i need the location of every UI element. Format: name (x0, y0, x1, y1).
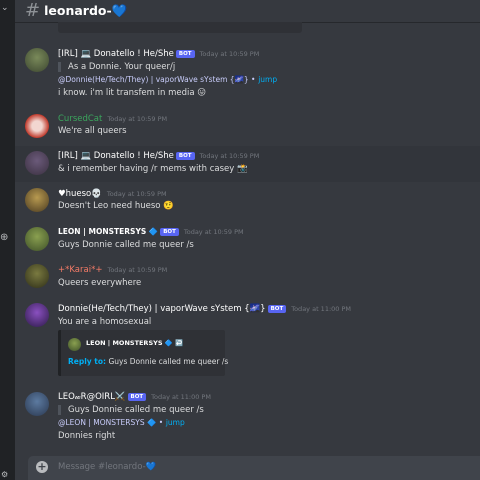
timestamp: Today at 10:59 PM (106, 190, 167, 198)
message-item: CursedCat Today at 10:59 PM We're all que… (15, 110, 480, 140)
username[interactable]: CursedCat (58, 114, 102, 124)
reply-label: Reply to: (68, 357, 107, 366)
message-item: LEON | MONSTERSYS 🔷 BOT Today at 10:59 PM … (15, 224, 480, 256)
avatar[interactable] (25, 151, 49, 175)
gear-icon[interactable]: ⚙ (1, 470, 8, 479)
timestamp: Today at 10:59 PM (107, 115, 168, 123)
user-mention[interactable]: @LEON | MONSTERSYS 🔷 • (58, 418, 163, 427)
jump-link[interactable]: jump (166, 418, 185, 427)
channel-title: leonardo-💙 (44, 3, 128, 18)
reply-embed: LEON | MONSTERSYS 🔷 ↩️ Reply to: Guys Do… (58, 330, 229, 376)
username[interactable]: LEON | MONSTERSYS 🔷 (58, 227, 158, 236)
message-input[interactable]: Message #leonardo-💙 (58, 462, 156, 472)
chevron-down-icon[interactable]: ⌄ (1, 4, 9, 13)
bot-badge: BOT (267, 305, 287, 313)
timestamp: Today at 10:59 PM (107, 266, 168, 274)
avatar[interactable] (25, 48, 49, 72)
username[interactable]: ♥hueso💀 (58, 189, 102, 199)
message-text: Doesn't Leo need hueso 🤨 (58, 201, 174, 211)
message-item: [IRL] 💻 Donatello ! He/She BOT Today at 10… (15, 146, 480, 182)
message-text: We're all queers (58, 126, 127, 136)
message-item: +*Karai*+ Today at 10:59 PM Queers everyw… (15, 262, 480, 292)
timestamp: Today at 10:59 PM (199, 152, 260, 160)
bot-badge: BOT (175, 50, 195, 58)
bot-badge: BOT (175, 152, 195, 160)
message-item: [IRL] 💻 Donatello ! He/She BOT Today at 10… (15, 44, 480, 104)
previous-embed (58, 22, 302, 33)
timestamp: Today at 10:59 PM (199, 50, 260, 58)
timestamp: Today at 11:00 PM (291, 305, 352, 313)
hash-icon: # (25, 0, 41, 21)
bot-badge: BOT (127, 393, 147, 401)
avatar[interactable] (25, 264, 49, 288)
username[interactable]: [IRL] 💻 Donatello ! He/She (58, 151, 174, 161)
avatar[interactable] (25, 188, 49, 212)
message-text: & i remember having /r mems with casey 📸 (58, 164, 248, 174)
avatar[interactable] (25, 227, 49, 251)
username[interactable]: [IRL] 💻 Donatello ! He/She (58, 49, 174, 59)
add-member-icon[interactable]: ⊕ (0, 232, 8, 243)
message-text: Donnies right (58, 431, 116, 441)
avatar[interactable] (25, 114, 49, 138)
reply-quote: As a Donnie. Your queer/j (58, 62, 175, 72)
username[interactable]: +*Karai*+ (58, 265, 102, 275)
username[interactable]: Donnie(He/Tech/They) | vaporWave sYstem … (58, 304, 266, 314)
channel-header: # leonardo-💙 (15, 0, 480, 23)
message-text: i know. i'm lit transfem in media 😛 (58, 88, 207, 98)
user-mention[interactable]: @Donnie(He/Tech/They) | vaporWave sYstem… (58, 75, 255, 84)
timestamp: Today at 10:59 PM (183, 228, 244, 236)
avatar[interactable] (25, 392, 49, 416)
message-item: LEO𝓌R@OIRL⚔️ BOT Today at 11:00 PM Guys Do… (15, 388, 480, 446)
timestamp: Today at 11:00 PM (151, 393, 211, 401)
message-item: ♥hueso💀 Today at 10:59 PM Doesn't Leo nee… (15, 186, 480, 216)
jump-link[interactable]: jump (258, 75, 277, 84)
message-text: Queers everywhere (58, 278, 142, 288)
message-text: You are a homosexual (58, 317, 152, 327)
embed-avatar (68, 338, 81, 351)
message-text: Guys Donnie called me queer /s (58, 240, 194, 250)
embed-author: LEON | MONSTERSYS 🔷 ↩️ (86, 339, 184, 347)
username[interactable]: LEO𝓌R@OIRL⚔️ (58, 392, 126, 402)
avatar[interactable] (25, 303, 49, 327)
reply-text: Guys Donnie called me queer /s (108, 357, 229, 366)
message-composer[interactable]: + Message #leonardo-💙 (28, 456, 480, 480)
plus-icon[interactable]: + (36, 461, 48, 473)
reply-quote: Guys Donnie called me queer /s (58, 405, 204, 415)
bot-badge: BOT (160, 228, 179, 236)
server-rail: ⌄ ⊕ ⚙ (0, 0, 15, 480)
